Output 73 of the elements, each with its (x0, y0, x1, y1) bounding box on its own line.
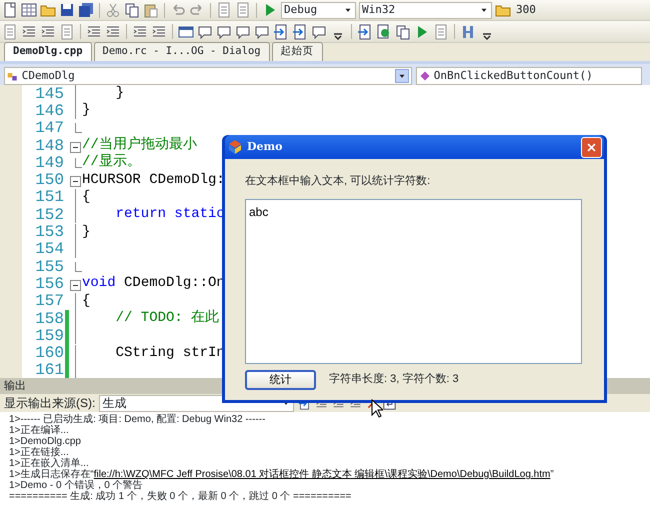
document-icon[interactable] (235, 2, 251, 18)
code-line: HCURSOR CDemoDlg: (82, 170, 225, 190)
close-icon (586, 142, 597, 152)
prompt-label: 在文本框中输入文本, 可以统计字符数: (245, 174, 432, 189)
dialog-title: Demo (247, 138, 284, 155)
file-link[interactable]: file://h:\WZQ\MFC Jeff Prosise\08.01 对话框控件 静态文本 编辑框\课程实验\Demo\Debug\BuildLog.htm (94, 469, 550, 480)
new-file-icon[interactable] (2, 2, 18, 18)
text-input[interactable]: abc (245, 198, 582, 364)
code-line: { (82, 188, 90, 207)
editor-tab[interactable]: Demo.rc - I...OG - Dialog (94, 42, 270, 61)
indent-icon[interactable] (132, 24, 148, 40)
paste-icon[interactable] (143, 2, 159, 18)
indent-icon[interactable] (40, 24, 56, 40)
code-line: } (114, 85, 124, 104)
speech-bubble-icon[interactable] (216, 24, 232, 40)
count-button[interactable]: 统计 (245, 370, 316, 390)
find-field[interactable]: 300 (514, 2, 614, 18)
save-all-icon[interactable] (78, 2, 94, 18)
output-line: 1>Demo - 0 个错误，0 个警告 (9, 480, 143, 491)
fold-end-marker (75, 158, 82, 168)
platform-dropdown[interactable]: Win32 (359, 2, 492, 18)
code-line: void CDemoDlg::On (82, 274, 225, 294)
output-line: 1>DemoDlg.cpp (9, 436, 81, 447)
output-line: ========== 生成: 成功 1 个，失败 0 个，最新 0 个，跳过 0 个 ========== (9, 491, 352, 502)
speech-bubble-icon[interactable] (197, 24, 213, 40)
collapse-icon[interactable] (70, 142, 81, 153)
line-number: 161 (34, 360, 64, 378)
collapse-icon[interactable] (70, 280, 81, 291)
code-line: return static (114, 205, 225, 224)
arrow-document-icon[interactable] (292, 24, 308, 40)
code-line: } (82, 222, 90, 242)
output-line: 1>------ 已启动生成: 项目: Demo, 配置: Debug Win32 ------ (9, 414, 266, 425)
document-icon[interactable] (2, 24, 18, 40)
code-line: } (82, 101, 90, 120)
line-number: 160 (34, 343, 64, 363)
source-label: 显示输出来源(S): (4, 395, 96, 412)
document-icon[interactable] (216, 2, 232, 18)
document-icon[interactable] (59, 24, 75, 40)
code-line: //当用户拖动最小 (82, 135, 197, 154)
indent-icon[interactable] (151, 24, 167, 40)
configuration-dropdown[interactable]: Debug (281, 2, 356, 18)
class-dropdown[interactable]: CDemoDlg (4, 67, 412, 85)
grid-icon[interactable] (21, 2, 37, 18)
arrow-document-icon[interactable] (357, 24, 373, 40)
editor-tab[interactable]: 起始页 (272, 42, 323, 61)
output-line: 1>正在编译... (9, 425, 69, 436)
indent-icon[interactable] (105, 24, 121, 40)
copy-icon[interactable] (395, 24, 411, 40)
close-button[interactable] (581, 136, 602, 158)
code-line: //显示。 (82, 153, 141, 172)
app-icon (227, 139, 243, 155)
output-line: 1>正在链接... (9, 447, 69, 458)
code-line: // TODO: 在此 (114, 308, 220, 328)
speech-bubble-icon[interactable] (311, 24, 327, 40)
indent-icon[interactable] (21, 24, 37, 40)
fold-end-marker (75, 123, 82, 134)
indent-icon[interactable] (86, 24, 102, 40)
class-icon (7, 70, 19, 82)
copy-icon[interactable] (124, 2, 140, 18)
speech-bubble-icon[interactable] (254, 24, 270, 40)
collapse-icon[interactable] (70, 176, 81, 188)
save-icon[interactable] (59, 2, 75, 18)
output-line: 1>正在嵌入清单... (9, 458, 89, 469)
speech-bubble-icon[interactable] (235, 24, 251, 40)
member-dropdown[interactable]: OnBnClickedButtonCount() (416, 67, 642, 85)
document-icon[interactable] (433, 24, 449, 40)
output-line: 1>生成日志保存在“file://h:\WZQ\MFC Jeff Prosise\08.01 对话框控件 静态文本 编辑框\课程实验\Demo\Debug\BuildLog.htm” (9, 469, 554, 480)
fold-end-marker (75, 262, 82, 272)
method-icon (419, 70, 431, 82)
window-icon[interactable] (178, 24, 194, 40)
editor-tab[interactable]: DemoDlg.cpp (4, 42, 92, 61)
arrow-document-icon[interactable] (273, 24, 289, 40)
code-line: { (82, 292, 90, 311)
